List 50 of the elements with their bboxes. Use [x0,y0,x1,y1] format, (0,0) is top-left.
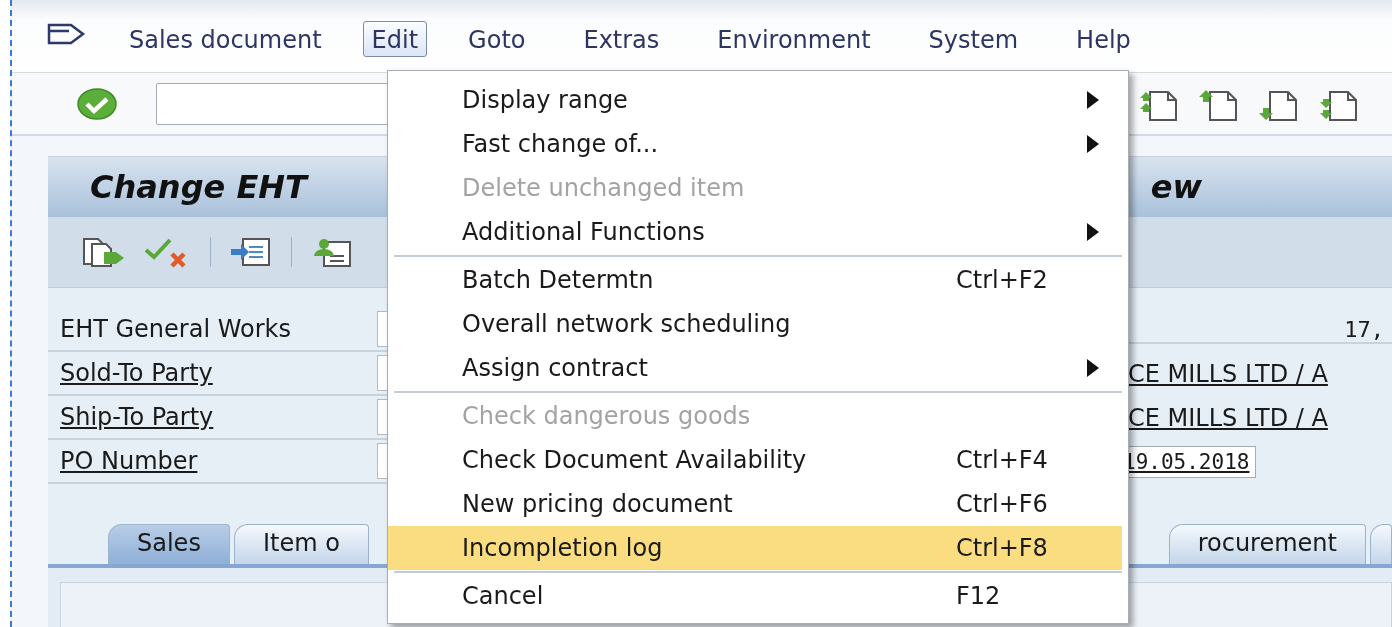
input-field[interactable] [377,443,388,479]
menu-bar-item[interactable]: Edit [362,21,428,57]
menu-bar-item[interactable]: Extras [574,21,669,57]
partner-link[interactable]: CE MILLS LTD / A [1128,360,1328,388]
partner-link[interactable]: CE MILLS LTD / A [1128,404,1328,432]
screen-title: ew [1150,168,1202,206]
menu-item[interactable]: Fast change of... [388,122,1122,166]
shortcut-text: Ctrl+F4 [956,446,1049,474]
tab[interactable]: Item o [233,524,369,564]
input-field[interactable] [377,311,388,347]
list-arrow-icon[interactable] [229,236,273,268]
screen-title: Change EHT [90,168,307,206]
shortcut-text: F12 [956,582,1002,610]
check-icon[interactable] [76,86,118,121]
menu-item[interactable]: New pricing document Ctrl+F6 [388,482,1122,526]
field-label[interactable]: Sold-To Party [60,359,377,387]
menu-item[interactable]: Incompletion log Ctrl+F8 [388,526,1122,570]
menu-item[interactable]: Assign contract [388,346,1122,390]
menu-item-label: Check Document Availability [462,446,808,474]
tab[interactable]: rocurement [1168,524,1366,564]
input-field[interactable] [377,355,388,391]
menu-item[interactable]: Overall network scheduling [388,302,1122,346]
menu-bar-item[interactable]: Environment [708,21,880,57]
menu-item-label: Batch Determtn [462,266,655,294]
menu-bar-item[interactable]: Help [1067,21,1140,57]
menu-bar-item[interactable]: Sales document [120,21,331,57]
menu-bar-item[interactable]: Goto [459,21,535,57]
menu-item-label: Check dangerous goods [462,402,752,430]
menu-item-label: Incompletion log [462,534,664,562]
menu-item-label: Cancel [462,582,545,610]
menu-bar-item[interactable]: System [919,21,1028,57]
field-label[interactable]: Ship-To Party [60,403,377,431]
tab[interactable]: Sales [108,524,230,564]
document-arrow-icon[interactable] [80,236,126,268]
menu-item-label: Additional Functions [462,218,706,246]
field-label: EHT General Works [60,315,292,343]
menu-item[interactable]: Cancel F12 [388,574,1122,618]
menu-item-label: Overall network scheduling [462,310,792,338]
field-label[interactable]: PO Number [60,447,377,475]
shortcut-text: Ctrl+F2 [956,266,1049,294]
menu-item-label: Display range [462,86,629,114]
input-field[interactable] [377,399,388,435]
shortcut-text: Ctrl+F6 [956,490,1049,518]
menu-item-label: Fast change of... [462,130,660,158]
menu-item[interactable]: Additional Functions [388,210,1122,254]
menu-item-label: Delete unchanged item [462,174,746,202]
menu-item-label: New pricing document [462,490,734,518]
menu-item[interactable]: Batch Determtn Ctrl+F2 [388,258,1122,302]
menu-item-label: Assign contract [462,354,649,382]
shortcut-text: Ctrl+F8 [956,534,1049,562]
